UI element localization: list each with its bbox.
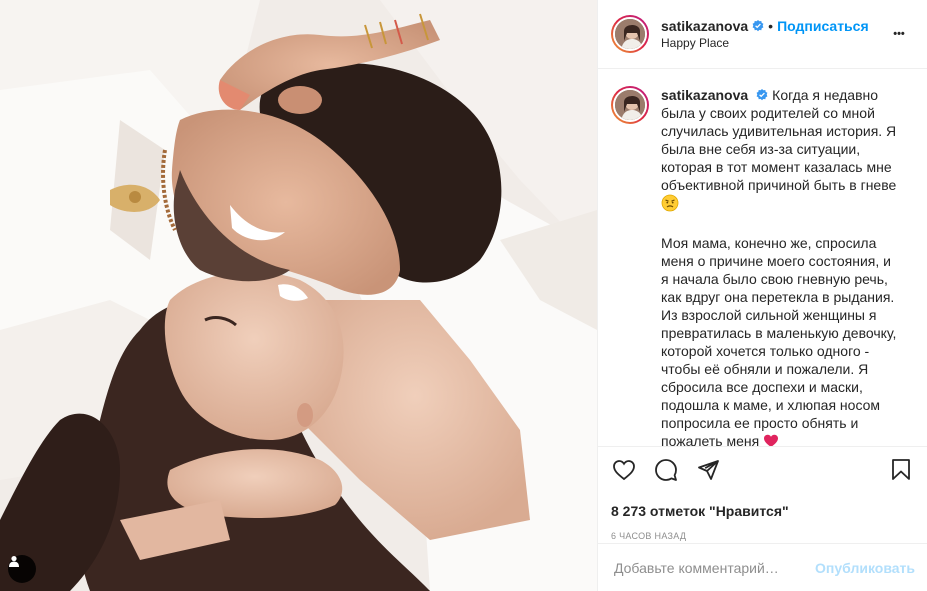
photo-illustration (0, 0, 597, 591)
more-options-button[interactable]: ••• (887, 22, 911, 46)
post-timestamp[interactable]: 6 часов назад (610, 531, 915, 541)
post-photo[interactable] (0, 0, 597, 591)
bookmark-icon (889, 458, 913, 487)
follow-button[interactable]: Подписаться (777, 18, 869, 34)
tag-people-button[interactable] (8, 555, 36, 583)
red-heart-emoji-icon (763, 433, 779, 446)
comment-button[interactable] (652, 458, 680, 486)
post-sidebar: satikazanova • Подписаться Happy Place •… (597, 0, 927, 591)
caption-text-paragraph-2: Моя мама, конечно же, спросила меня о пр… (661, 235, 897, 446)
caption-username[interactable]: satikazanova (661, 87, 748, 103)
post-location[interactable]: Happy Place (661, 36, 887, 50)
share-button[interactable] (694, 458, 722, 486)
separator-dot: • (768, 18, 774, 34)
post-caption: satikazanova Когда я недавно была у свои… (661, 86, 901, 446)
paper-plane-icon (696, 458, 720, 487)
comments-section[interactable]: satikazanova Когда я недавно была у свои… (598, 70, 927, 446)
author-username[interactable]: satikazanova (661, 18, 748, 34)
verified-badge-icon (752, 20, 764, 32)
angry-face-emoji-icon (661, 194, 679, 216)
comment-input[interactable] (614, 559, 816, 576)
instagram-post: satikazanova • Подписаться Happy Place •… (0, 0, 927, 591)
post-header: satikazanova • Подписаться Happy Place •… (598, 0, 927, 69)
caption-avatar[interactable] (611, 86, 649, 124)
likes-count[interactable]: 8 273 отметок "Нравится" (610, 503, 915, 519)
post-actions: 8 273 отметок "Нравится" 6 часов назад (598, 446, 927, 541)
heart-icon (612, 458, 636, 487)
like-button[interactable] (610, 458, 638, 486)
add-comment-bar: Опубликовать (598, 543, 927, 591)
publish-button[interactable]: Опубликовать (815, 560, 915, 576)
save-button[interactable] (887, 458, 915, 486)
verified-badge-icon (756, 89, 768, 101)
more-icon: ••• (893, 28, 905, 40)
comment-icon (654, 458, 678, 487)
avatar[interactable] (611, 15, 649, 53)
